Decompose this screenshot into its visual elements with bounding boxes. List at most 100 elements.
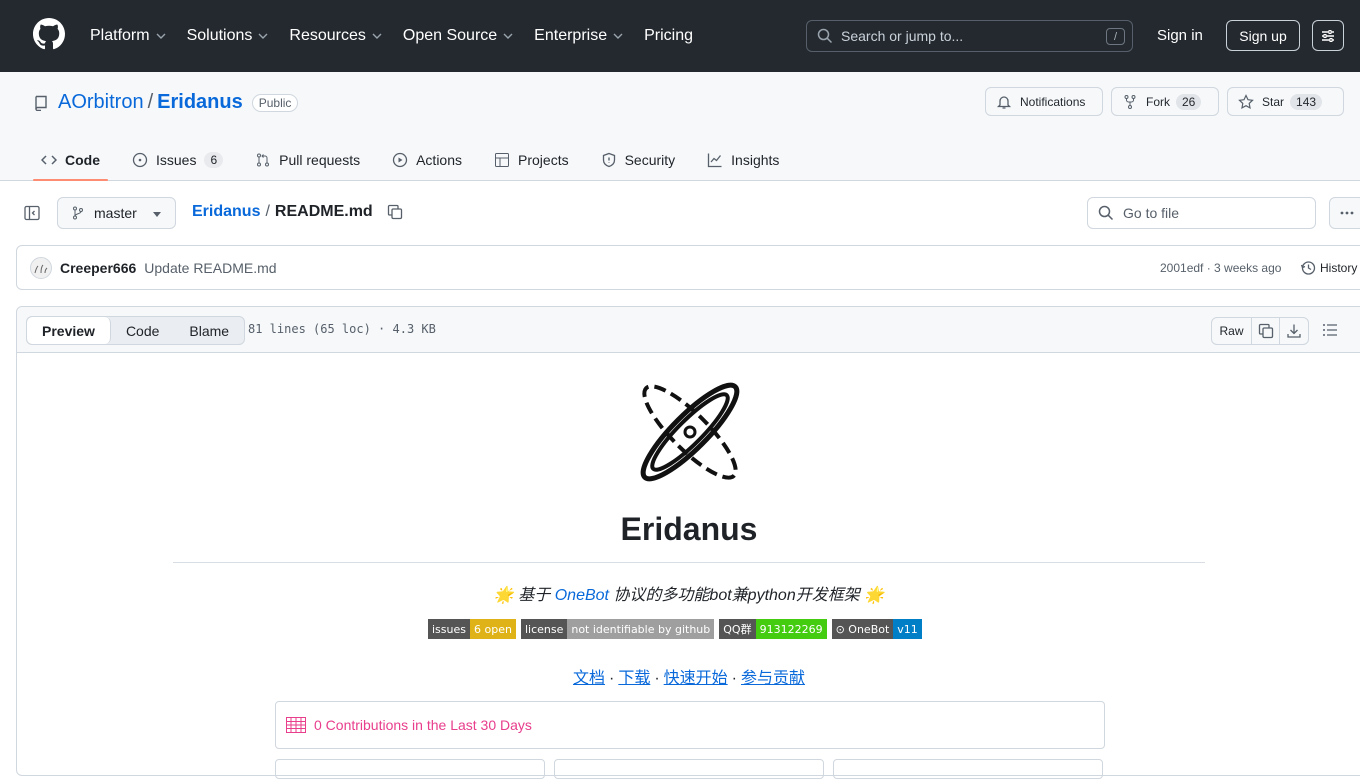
raw-button[interactable]: Raw bbox=[1212, 318, 1252, 344]
readme-links: 文档 · 下载 · 快速开始 · 参与贡献 bbox=[173, 664, 1205, 688]
onebot-badge[interactable]: ⊙ OneBot v11 bbox=[831, 619, 922, 639]
nav-open-source[interactable]: Open Source bbox=[403, 27, 513, 45]
subtitle-prefix: 🌟 基于 bbox=[493, 587, 555, 604]
avatar[interactable] bbox=[30, 256, 52, 279]
more-options-button[interactable] bbox=[1329, 197, 1360, 229]
nav-pricing[interactable]: Pricing bbox=[644, 27, 693, 45]
repo-icon bbox=[35, 95, 47, 111]
eridanus-logo-icon bbox=[640, 382, 740, 482]
search-placeholder: Search or jump to... bbox=[841, 28, 964, 44]
code-mode-button[interactable]: Code bbox=[111, 317, 174, 344]
docs-link[interactable]: 文档 bbox=[573, 670, 605, 687]
search-shortcut-key: / bbox=[1106, 28, 1125, 45]
file-viewer-header: Preview Code Blame 81 lines (65 loc) · 4… bbox=[17, 307, 1360, 353]
license-badge[interactable]: license not identifiable by github bbox=[520, 619, 715, 639]
commit-message[interactable]: Update README.md bbox=[144, 260, 276, 276]
issues-badge[interactable]: issues 6 open bbox=[428, 619, 516, 639]
tab-security[interactable]: Security bbox=[593, 140, 684, 180]
history-link[interactable]: History bbox=[1300, 260, 1357, 276]
play-icon bbox=[392, 152, 408, 168]
search-input[interactable]: Search or jump to... / bbox=[806, 20, 1133, 52]
quickstart-link[interactable]: 快速开始 bbox=[664, 670, 728, 687]
contribute-link[interactable]: 参与贡献 bbox=[741, 670, 805, 687]
contributions-card: 0 Contributions in the Last 30 Days bbox=[275, 701, 1105, 749]
issue-opened-icon bbox=[132, 152, 148, 168]
tab-code[interactable]: Code bbox=[33, 140, 108, 181]
nav-enterprise[interactable]: Enterprise bbox=[534, 27, 623, 45]
file-actions: Raw bbox=[1211, 317, 1309, 345]
breadcrumb: Eridanus / README.md bbox=[192, 203, 403, 221]
tab-label: Issues bbox=[156, 152, 197, 168]
outline-list-icon[interactable] bbox=[1322, 322, 1338, 338]
branch-selector[interactable]: master bbox=[57, 197, 176, 229]
stats-card bbox=[275, 759, 545, 779]
tab-insights[interactable]: Insights bbox=[699, 140, 787, 180]
branch-icon bbox=[73, 206, 83, 220]
notifications-button[interactable]: Notifications bbox=[985, 87, 1103, 116]
sign-in-link[interactable]: Sign in bbox=[1157, 27, 1203, 44]
tab-pull-requests[interactable]: Pull requests bbox=[247, 140, 368, 180]
pull-request-icon bbox=[257, 153, 270, 167]
fork-label: Fork bbox=[1146, 94, 1170, 109]
search-icon bbox=[817, 28, 833, 44]
history-label: History bbox=[1320, 261, 1358, 275]
tab-label: Actions bbox=[416, 152, 463, 168]
graph-icon bbox=[708, 153, 722, 168]
copy-path-icon[interactable] bbox=[387, 204, 403, 220]
top-nav: Platform Solutions Resources Open Source… bbox=[90, 0, 714, 72]
copy-raw-button[interactable] bbox=[1252, 318, 1280, 344]
star-label: Star bbox=[1262, 94, 1285, 109]
badge-value: 913122269 bbox=[755, 619, 827, 639]
onebot-link[interactable]: OneBot bbox=[555, 587, 609, 604]
breadcrumb-repo-link[interactable]: Eridanus bbox=[192, 203, 260, 221]
nav-platform[interactable]: Platform bbox=[90, 27, 166, 45]
view-mode-toggle: Preview Code Blame bbox=[26, 316, 246, 345]
blame-mode-button[interactable]: Blame bbox=[174, 317, 244, 344]
branch-name: master bbox=[94, 205, 137, 221]
visibility-badge: Public bbox=[251, 93, 299, 112]
readme-title: Eridanus bbox=[173, 511, 1205, 563]
file-meta: 81 lines (65 loc) · 4.3 KB bbox=[248, 322, 436, 336]
menu-button[interactable] bbox=[1312, 20, 1344, 51]
tab-label: Pull requests bbox=[279, 152, 361, 168]
go-to-file-input[interactable]: Go to file bbox=[1087, 197, 1316, 229]
stats-cards-row bbox=[275, 759, 1112, 779]
badge-value: v11 bbox=[893, 619, 922, 639]
sign-up-button[interactable]: Sign up bbox=[1226, 20, 1300, 51]
repo-title-separator: / bbox=[147, 91, 154, 113]
link-separator: · bbox=[608, 670, 615, 687]
fork-button[interactable]: Fork 26 bbox=[1111, 87, 1219, 116]
tab-label: Projects bbox=[518, 152, 569, 168]
github-logo-icon[interactable] bbox=[33, 18, 65, 50]
download-button[interactable] bbox=[1280, 318, 1308, 344]
breadcrumb-separator: / bbox=[265, 203, 270, 220]
nav-label: Open Source bbox=[402, 27, 498, 44]
tab-actions[interactable]: Actions bbox=[384, 140, 470, 180]
fork-icon bbox=[1124, 94, 1136, 109]
tab-issues[interactable]: Issues 6 bbox=[124, 140, 231, 180]
nav-resources[interactable]: Resources bbox=[289, 27, 382, 45]
badge-label: QQ群 bbox=[719, 619, 756, 639]
user-avatar-icon bbox=[34, 264, 48, 273]
nav-label: Platform bbox=[90, 27, 150, 44]
badges-row: issues 6 open license not identifiable by … bbox=[428, 619, 927, 639]
nav-label: Enterprise bbox=[534, 27, 608, 44]
repo-owner-link[interactable]: AOrbitron bbox=[58, 91, 144, 114]
latest-commit-bar: Creeper666 Update README.md 2001edf · 3 … bbox=[16, 245, 1360, 290]
side-panel-icon[interactable] bbox=[24, 205, 40, 221]
preview-mode-button[interactable]: Preview bbox=[27, 317, 111, 344]
shield-icon bbox=[602, 152, 615, 168]
chevron-down-icon bbox=[372, 33, 382, 39]
repo-name-link[interactable]: Eridanus bbox=[157, 91, 243, 114]
history-icon bbox=[1300, 261, 1316, 275]
commit-author[interactable]: Creeper666 bbox=[60, 260, 136, 276]
breadcrumb-file: README.md bbox=[274, 203, 373, 220]
download-link[interactable]: 下载 bbox=[618, 670, 650, 687]
nav-solutions[interactable]: Solutions bbox=[187, 27, 269, 45]
nav-label: Solutions bbox=[186, 27, 253, 44]
tab-projects[interactable]: Projects bbox=[486, 140, 577, 180]
search-icon bbox=[1098, 205, 1114, 221]
qq-group-badge[interactable]: QQ群 913122269 bbox=[719, 619, 827, 639]
commit-meta[interactable]: 2001edf · 3 weeks ago bbox=[1160, 261, 1281, 275]
star-button[interactable]: Star 143 bbox=[1227, 87, 1344, 116]
